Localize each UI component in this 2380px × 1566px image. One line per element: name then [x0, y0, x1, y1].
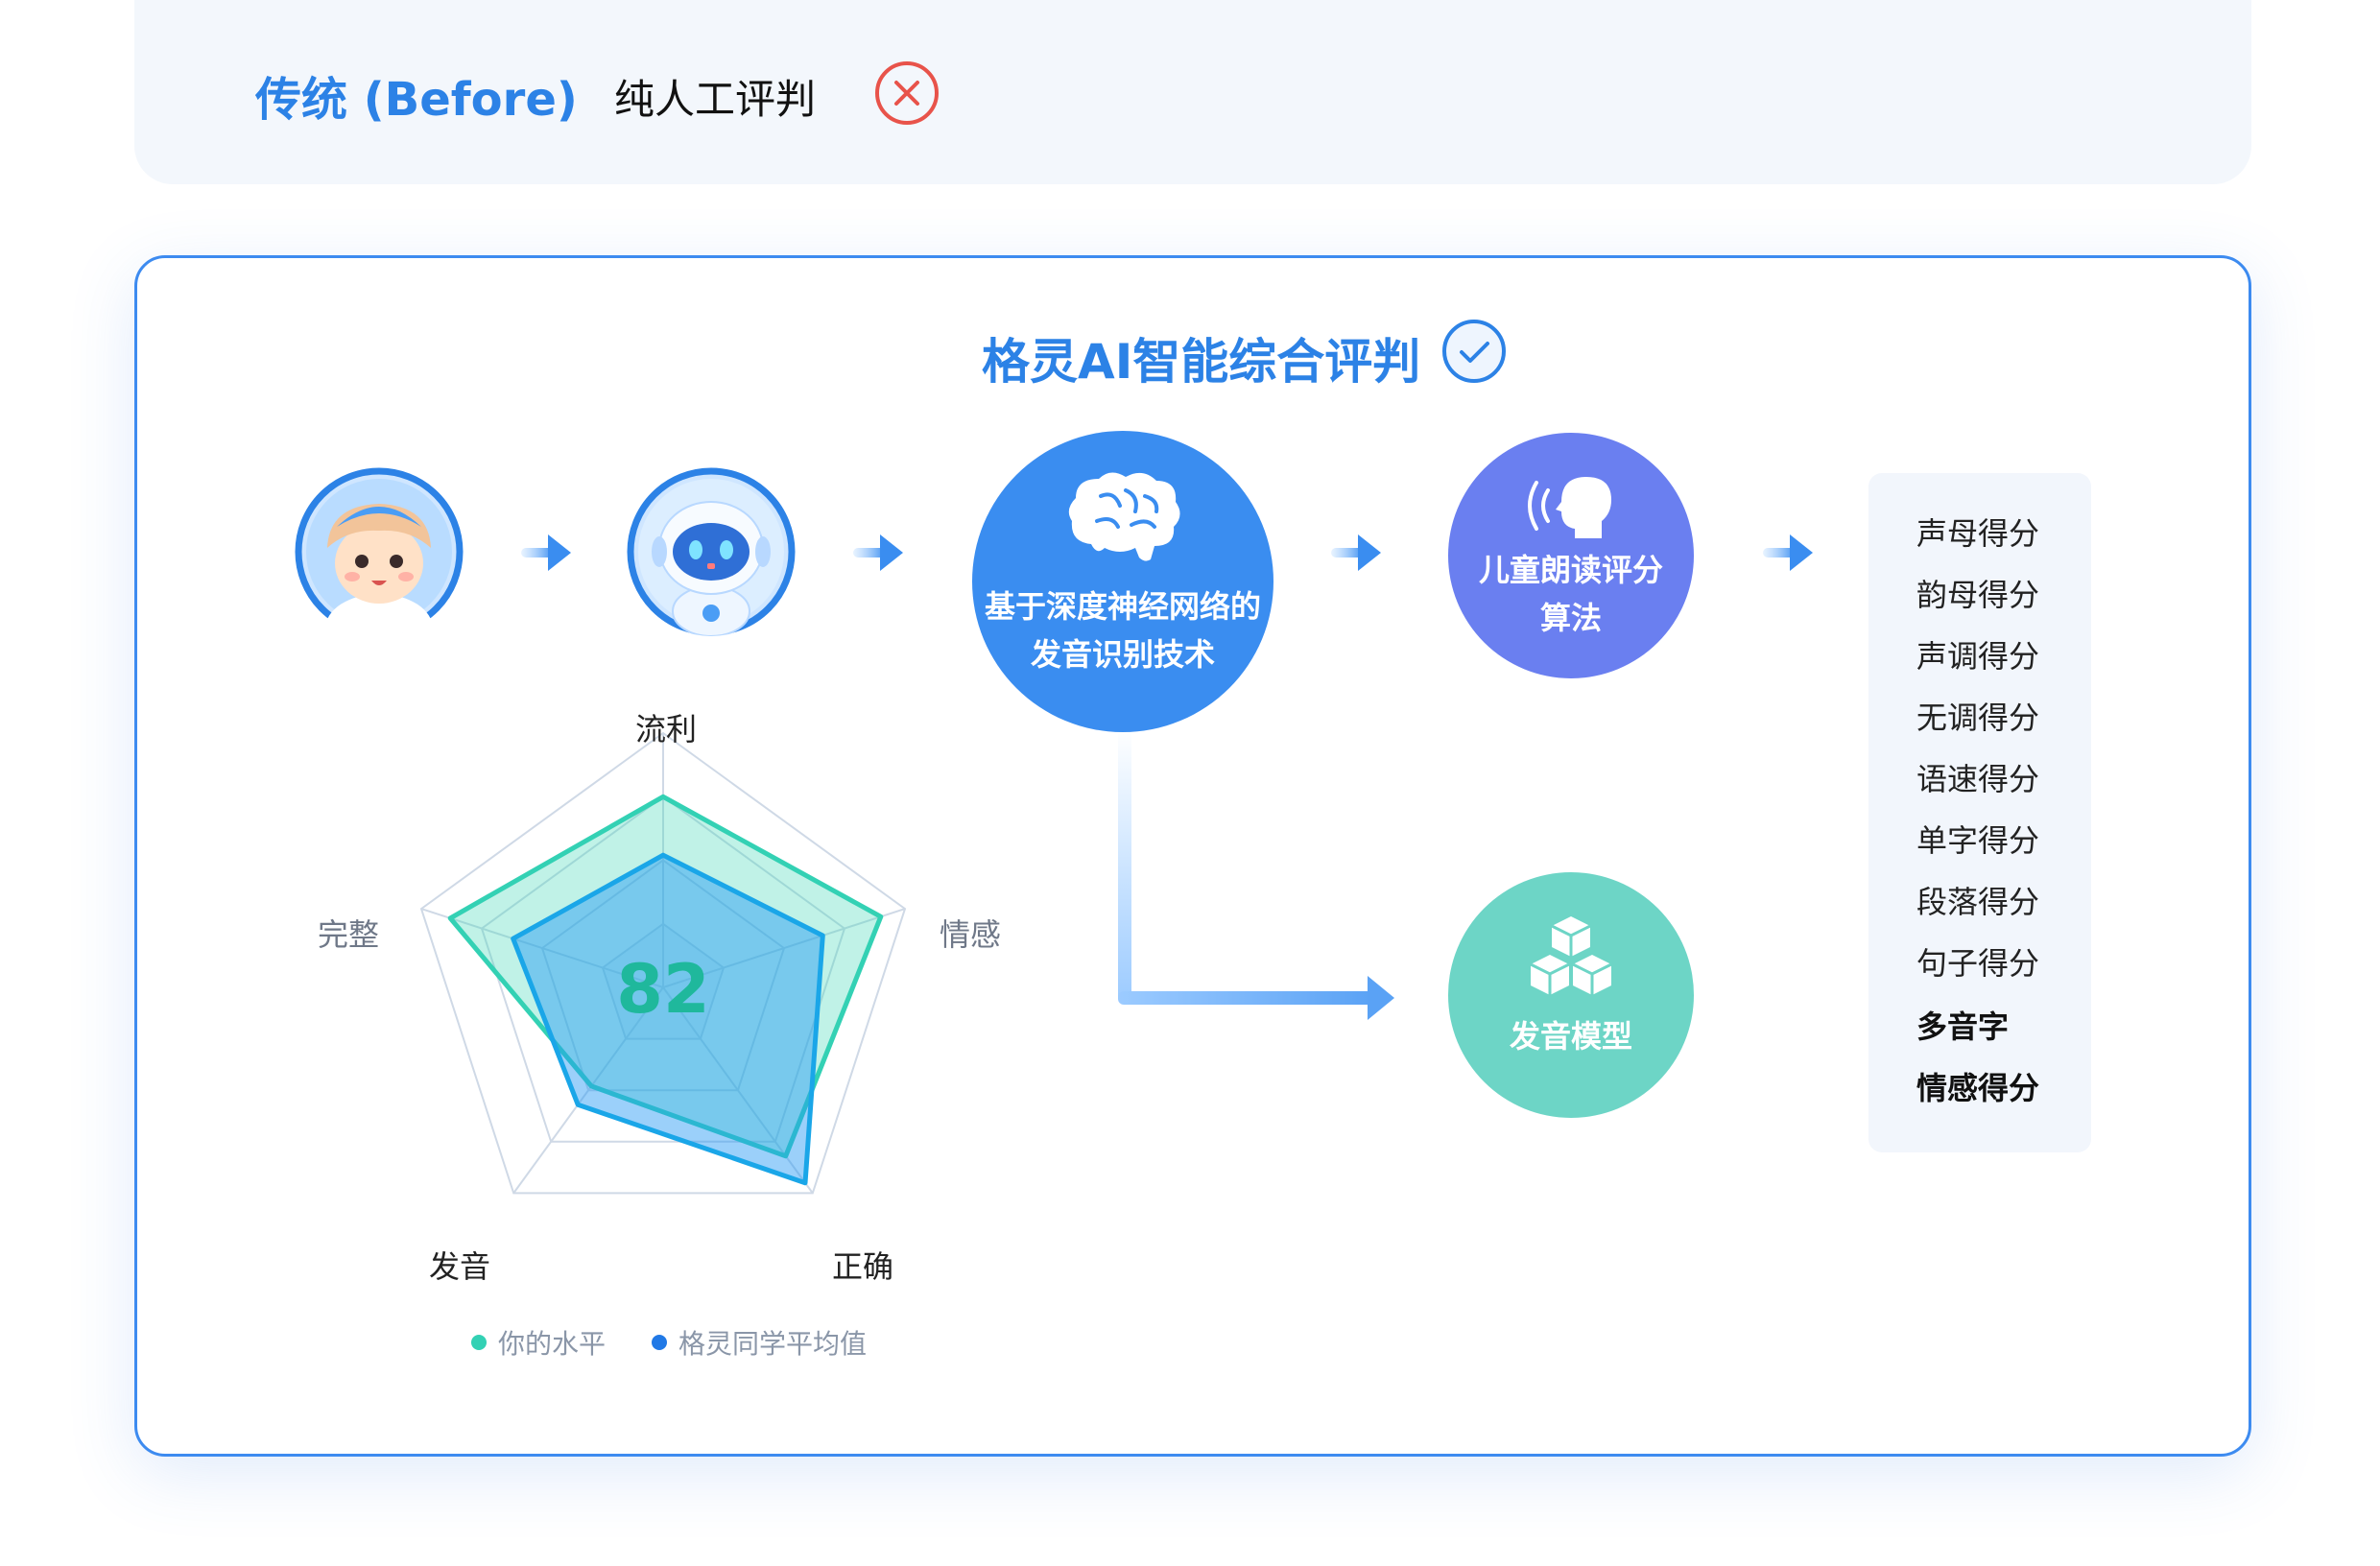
legend-item-you: 你的水平	[471, 1323, 606, 1362]
radar-axis-label-fluency: 流利	[635, 711, 698, 747]
legend-dot	[471, 1335, 487, 1350]
radar-axis-label-emotion: 情感	[940, 916, 1002, 953]
legend-dot	[652, 1335, 667, 1350]
radar-axis-label-completeness: 完整	[318, 916, 380, 953]
close-circle-icon	[875, 61, 939, 125]
radar-center-score: 82	[616, 950, 709, 1029]
before-method-text: 纯人工评判	[614, 76, 817, 123]
radar-axis-label-pronunciation: 发音	[429, 1248, 491, 1285]
legend-item-average: 格灵同学平均值	[652, 1323, 867, 1362]
before-title: 传统 (Before)	[255, 73, 578, 127]
before-bar: 传统 (Before) 纯人工评判	[134, 0, 2251, 184]
ai-evaluation-card: 格灵AI智能综合评判 基于深度神经网络的 发音识别技术 儿童朗读评分 算法 发音…	[134, 255, 2251, 1457]
legend-label: 你的水平	[498, 1328, 607, 1360]
page: 传统 (Before) 纯人工评判 格灵AI智能综合评判 基于深度神经网络的 发…	[0, 0, 2380, 1566]
legend-label: 格灵同学平均值	[678, 1328, 868, 1360]
radar-axis-label-accuracy: 正确	[832, 1248, 894, 1285]
